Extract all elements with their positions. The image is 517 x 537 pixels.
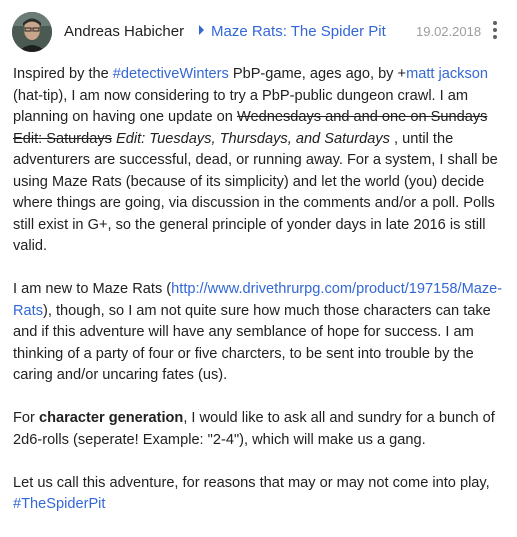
mention-matt-jackson[interactable]: matt jackson — [406, 66, 488, 82]
text: I am new to Maze Rats ( — [13, 281, 172, 297]
text: , until the adventurers are successful, … — [13, 130, 498, 255]
hashtag-detectivewinters[interactable]: #detectiveWinters — [113, 66, 229, 82]
avatar[interactable] — [12, 12, 52, 52]
hashtag-thespiderpit[interactable]: #TheSpiderPit — [13, 496, 105, 512]
post-header: Andreas Habicher Maze Rats: The Spider P… — [12, 10, 507, 54]
more-vert-icon[interactable] — [487, 18, 503, 42]
text: ), though, so I am not quite sure how mu… — [13, 302, 491, 384]
paragraph-1: Inspired by the #detectiveWinters PbP-ga… — [13, 64, 508, 258]
paragraph-2: I am new to Maze Rats (http://www.drivet… — [13, 279, 508, 387]
collection-link[interactable]: Maze Rats: The Spider Pit — [211, 23, 386, 40]
text: Inspired by the — [13, 66, 113, 82]
paragraph-3: For character generation, I would like t… — [13, 408, 508, 451]
author-name[interactable]: Andreas Habicher — [64, 23, 184, 40]
bold-text: character generation — [38, 410, 184, 426]
paragraph-4: Let us call this adventure, for reasons … — [13, 473, 508, 516]
italic-edit-text: Edit: Tuesdays, Thursdays, and Saturdays — [116, 130, 390, 147]
post-date[interactable]: 19.02.2018 — [416, 24, 481, 39]
avatar-photo-icon — [12, 12, 52, 52]
text: Let us call this adventure, for reasons … — [13, 474, 490, 491]
post-body: Inspired by the #detectiveWinters PbP-ga… — [13, 64, 508, 537]
text: For — [13, 410, 39, 426]
post-card: Andreas Habicher Maze Rats: The Spider P… — [0, 0, 517, 512]
text: PbP-game, ages ago, by + — [228, 66, 407, 82]
strikethrough-text: Edit: Saturdays — [13, 130, 112, 147]
strikethrough-text: Wednesdays and and one on Sundays — [236, 109, 488, 125]
collection-arrow-icon — [199, 25, 204, 35]
